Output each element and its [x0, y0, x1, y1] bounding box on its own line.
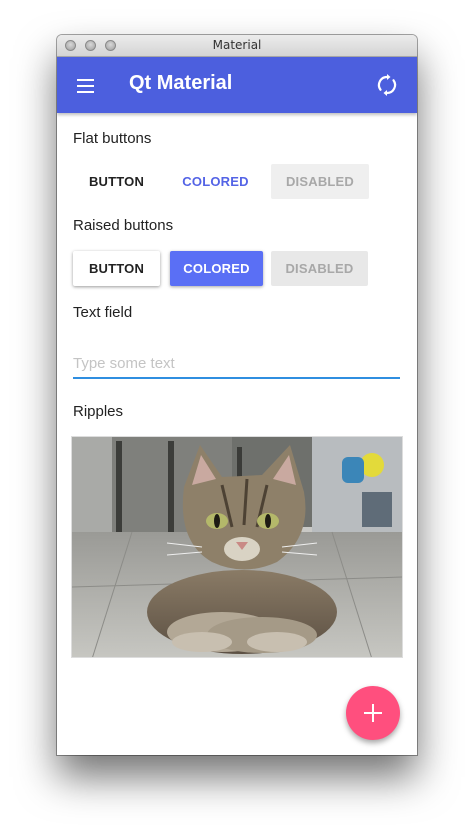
cat-photo[interactable]	[71, 436, 403, 658]
window-titlebar[interactable]: Material	[57, 35, 417, 57]
flat-button[interactable]: BUTTON	[73, 164, 160, 199]
text-input[interactable]	[73, 349, 400, 379]
flat-colored-button[interactable]: COLORED	[172, 164, 259, 199]
raised-buttons-label: Raised buttons	[73, 217, 174, 234]
flat-buttons-label: Flat buttons	[73, 130, 152, 147]
app-title: Qt Material	[129, 72, 233, 94]
add-fab-button[interactable]	[346, 686, 400, 740]
text-field-label: Text field	[73, 304, 133, 321]
ripples-label: Ripples	[73, 403, 124, 420]
flat-disabled-button: DISABLED	[271, 164, 369, 199]
refresh-icon[interactable]	[375, 73, 399, 97]
raised-disabled-button: DISABLED	[271, 251, 368, 286]
raised-colored-button[interactable]: COLORED	[170, 251, 263, 286]
raised-button[interactable]: BUTTON	[73, 251, 160, 286]
hamburger-menu-icon[interactable]	[69, 70, 99, 100]
app-window: Material Qt Material Flat buttons BUTTON…	[57, 35, 417, 755]
app-bar: Qt Material	[57, 57, 417, 113]
window-title: Material	[212, 38, 262, 52]
